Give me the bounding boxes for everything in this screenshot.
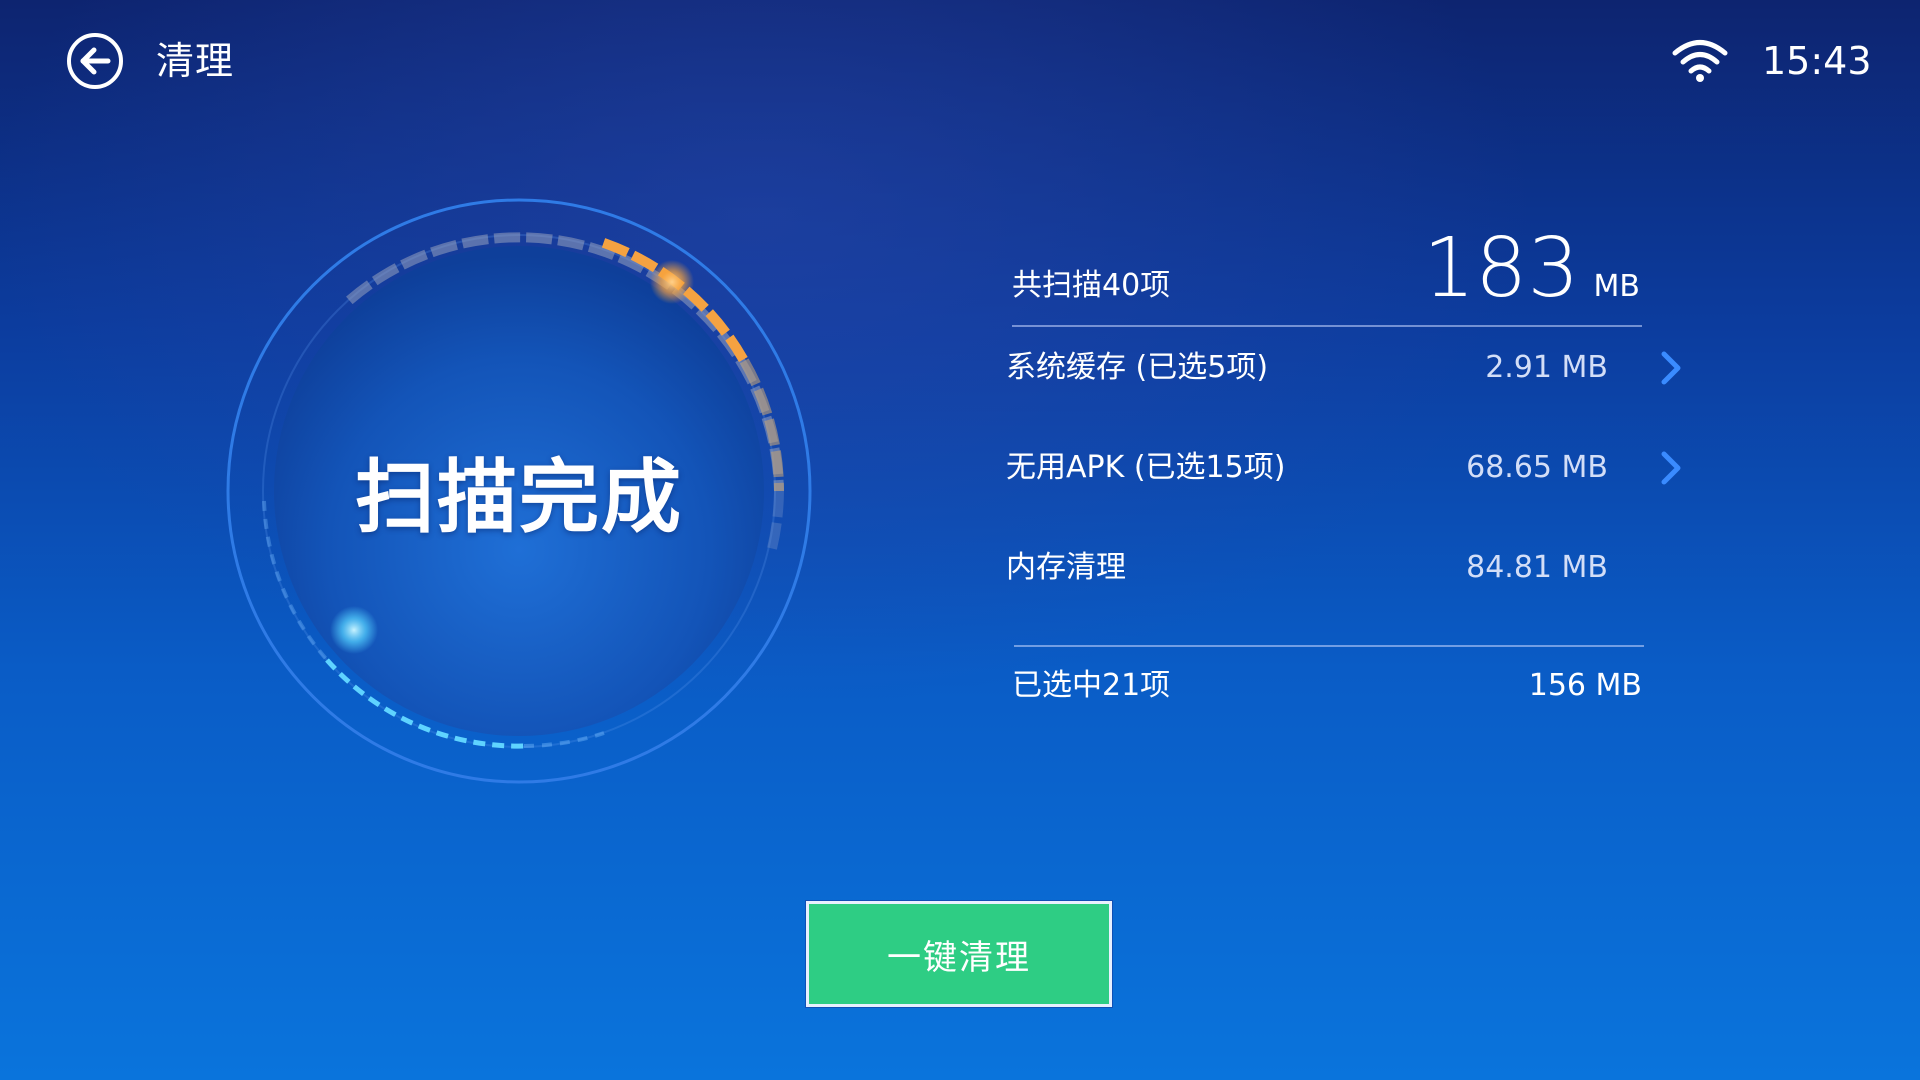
selected-summary: 已选中21项 156 MB: [1012, 656, 1642, 716]
item-size: 84.81 MB: [1466, 550, 1608, 585]
status-clock: 15:43: [1762, 39, 1872, 83]
scan-summary: 共扫描40项 183 MB: [1012, 222, 1640, 326]
back-arrow-icon: [67, 33, 123, 89]
item-label: 无用APK (已选15项): [1006, 450, 1286, 485]
item-system-cache[interactable]: 系统缓存 (已选5项) 2.91 MB: [1006, 338, 1696, 398]
back-button[interactable]: [66, 32, 124, 90]
scan-total-unit: MB: [1593, 269, 1640, 304]
scan-total-number: 183: [1423, 221, 1580, 316]
summary-divider: [1012, 325, 1642, 327]
selected-count-label: 已选中21项: [1012, 668, 1171, 703]
item-label: 内存清理: [1006, 550, 1126, 585]
item-size: 2.91 MB: [1485, 350, 1608, 385]
one-click-clean-button[interactable]: 一键清理: [806, 901, 1112, 1007]
scan-status-text: 扫描完成: [355, 451, 683, 544]
item-memory-clean: 内存清理 84.81 MB: [1006, 538, 1696, 598]
item-size: 68.65 MB: [1466, 450, 1608, 485]
selected-size: 156 MB: [1528, 668, 1642, 703]
wifi-icon: [1672, 38, 1728, 84]
chevron-right-icon: [1661, 351, 1681, 385]
page-title: 清理: [156, 39, 235, 83]
item-label: 系统缓存 (已选5项): [1006, 350, 1269, 385]
scan-total: 183 MB: [1423, 228, 1640, 310]
chevron-right-icon: [1661, 451, 1681, 485]
scan-count-label: 共扫描40项: [1012, 268, 1171, 303]
item-useless-apk[interactable]: 无用APK (已选15项) 68.65 MB: [1006, 438, 1696, 498]
selected-divider: [1014, 645, 1644, 647]
